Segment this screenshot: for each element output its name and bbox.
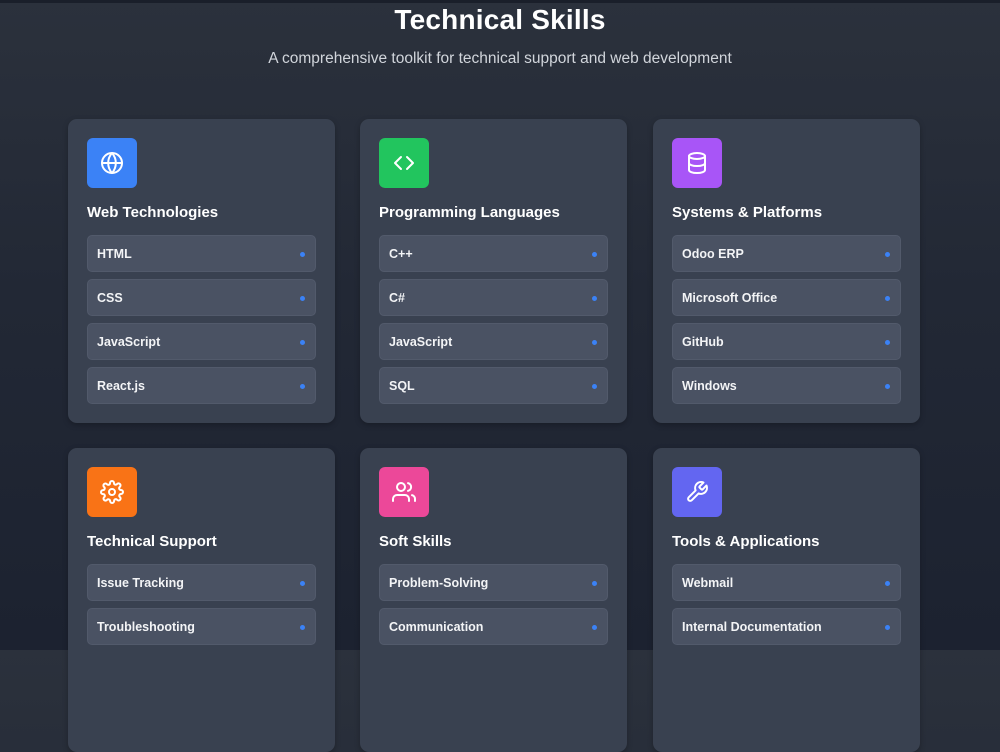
skill-label: Webmail: [682, 576, 734, 590]
bullet-dot-icon: [300, 252, 305, 257]
bullet-dot-icon: [885, 252, 890, 257]
bullet-dot-icon: [592, 296, 597, 301]
bullet-dot-icon: [592, 252, 597, 257]
skill-item: C++: [379, 235, 608, 272]
skill-item: Windows: [672, 367, 901, 404]
code-icon: [379, 138, 429, 188]
card-web-technologies: Web Technologies HTML CSS JavaScript Rea…: [68, 119, 335, 423]
skill-item: Webmail: [672, 564, 901, 601]
database-icon: [672, 138, 722, 188]
skill-item: CSS: [87, 279, 316, 316]
bullet-dot-icon: [885, 625, 890, 630]
skill-item: Problem-Solving: [379, 564, 608, 601]
bullet-dot-icon: [300, 581, 305, 586]
skill-item: Issue Tracking: [87, 564, 316, 601]
page-subtitle: A comprehensive toolkit for technical su…: [268, 50, 732, 67]
bullet-dot-icon: [885, 581, 890, 586]
skill-item: JavaScript: [379, 323, 608, 360]
card-title: Soft Skills: [379, 533, 452, 550]
skill-label: JavaScript: [389, 335, 453, 349]
skill-item: React.js: [87, 367, 316, 404]
skill-item: GitHub: [672, 323, 901, 360]
skill-item: Internal Documentation: [672, 608, 901, 645]
skill-item: C#: [379, 279, 608, 316]
wrench-icon: [672, 467, 722, 517]
skill-label: GitHub: [682, 335, 724, 349]
skill-item: JavaScript: [87, 323, 316, 360]
card-title: Systems & Platforms: [672, 204, 823, 221]
skill-item: Troubleshooting: [87, 608, 316, 645]
bullet-dot-icon: [592, 384, 597, 389]
skill-label: Windows: [682, 379, 737, 393]
bullet-dot-icon: [885, 384, 890, 389]
card-tools-applications: Tools & Applications Webmail Internal Do…: [653, 448, 920, 752]
skill-label: C#: [389, 291, 405, 305]
skill-label: Internal Documentation: [682, 620, 822, 634]
card-systems-platforms: Systems & Platforms Odoo ERP Microsoft O…: [653, 119, 920, 423]
card-soft-skills: Soft Skills Problem-Solving Communicatio…: [360, 448, 627, 752]
card-title: Web Technologies: [87, 204, 219, 221]
skill-label: Issue Tracking: [97, 576, 184, 590]
card-title: Technical Support: [87, 533, 217, 550]
skill-label: Troubleshooting: [97, 620, 195, 634]
card-title: Tools & Applications: [672, 533, 820, 550]
skill-label: Microsoft Office: [682, 291, 778, 305]
page-title: Technical Skills: [394, 4, 606, 35]
skill-label: JavaScript: [97, 335, 161, 349]
skill-label: Problem-Solving: [389, 576, 489, 590]
bullet-dot-icon: [885, 296, 890, 301]
users-icon: [379, 467, 429, 517]
skill-label: SQL: [389, 379, 415, 393]
skill-label: React.js: [97, 379, 145, 393]
skill-label: Odoo ERP: [682, 247, 744, 261]
skill-label: HTML: [97, 247, 132, 261]
card-programming-languages: Programming Languages C++ C# JavaScript …: [360, 119, 627, 423]
skill-item: HTML: [87, 235, 316, 272]
bullet-dot-icon: [300, 625, 305, 630]
bullet-dot-icon: [592, 581, 597, 586]
skill-label: CSS: [97, 291, 123, 305]
top-border: [0, 0, 1000, 3]
card-title: Programming Languages: [379, 204, 560, 221]
skill-label: C++: [389, 247, 413, 261]
bullet-dot-icon: [300, 340, 305, 345]
skill-item: Communication: [379, 608, 608, 645]
globe-icon: [87, 138, 137, 188]
card-technical-support: Technical Support Issue Tracking Trouble…: [68, 448, 335, 752]
bullet-dot-icon: [300, 296, 305, 301]
skill-item: Odoo ERP: [672, 235, 901, 272]
skill-item: SQL: [379, 367, 608, 404]
skill-label: Communication: [389, 620, 484, 634]
bullet-dot-icon: [592, 340, 597, 345]
skill-item: Microsoft Office: [672, 279, 901, 316]
bullet-dot-icon: [300, 384, 305, 389]
gear-icon: [87, 467, 137, 517]
bullet-dot-icon: [885, 340, 890, 345]
bullet-dot-icon: [592, 625, 597, 630]
